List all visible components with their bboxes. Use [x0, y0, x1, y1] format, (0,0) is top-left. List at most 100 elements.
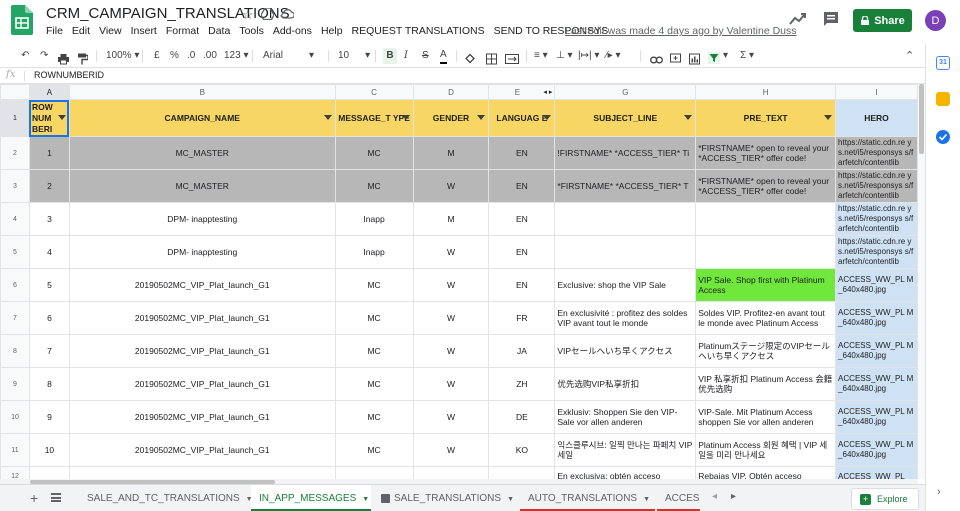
borders-icon[interactable]: [486, 51, 497, 67]
menu-insert[interactable]: Insert: [131, 25, 157, 41]
bold-button[interactable]: B: [383, 48, 397, 64]
cell-gender[interactable]: W: [412, 169, 490, 203]
decrease-decimal[interactable]: .0: [187, 48, 195, 64]
tasks-icon[interactable]: [936, 130, 950, 144]
keep-icon[interactable]: [936, 92, 950, 106]
all-sheets-icon[interactable]: [51, 493, 61, 502]
add-sheet-icon[interactable]: +: [30, 490, 38, 506]
sheet-tab[interactable]: SALE_AND_TC_TRANSLATIONS ▼: [79, 485, 253, 511]
cell-language[interactable]: EN: [488, 202, 556, 236]
filter-icon[interactable]: [708, 50, 720, 66]
cell-subject-line[interactable]: Exclusive: shop the VIP Sale: [554, 268, 697, 302]
scroll-tabs-left-icon[interactable]: ◂: [712, 491, 717, 502]
cell-row-id[interactable]: 10: [28, 433, 70, 467]
cell-row-id[interactable]: 8: [28, 367, 70, 401]
cell-subject-line[interactable]: VIPセールへいち早くアクセス: [554, 334, 697, 368]
cell-message-type[interactable]: Inapp: [334, 235, 414, 269]
activity-dashboard-icon[interactable]: [789, 12, 807, 26]
row-header[interactable]: 9: [0, 367, 30, 401]
filter-dropdown-icon[interactable]: [824, 115, 833, 120]
cell-gender[interactable]: W: [412, 433, 490, 467]
filter-dropdown-icon[interactable]: [57, 115, 66, 120]
sheet-tab[interactable]: SALE_TRANSLATIONS ▼: [373, 485, 518, 511]
zoom-select[interactable]: 100% ▾: [106, 48, 139, 64]
formula-input[interactable]: ROWNUMBERID: [34, 70, 104, 80]
insert-link-icon[interactable]: [650, 52, 663, 68]
cell-gender[interactable]: W: [412, 301, 490, 335]
cell-language[interactable]: JA: [488, 334, 556, 368]
cell-hero[interactable]: ACCESS_WW_PL M_640x480.jpg: [835, 301, 918, 335]
italic-button[interactable]: I: [404, 48, 408, 64]
strikethrough-button[interactable]: S: [422, 48, 429, 64]
fill-color-icon[interactable]: [464, 51, 475, 67]
filter-dropdown-icon[interactable]: [477, 115, 486, 120]
font-select[interactable]: Arial ▾: [263, 48, 314, 64]
menu-edit[interactable]: Edit: [72, 25, 90, 41]
header-cell-hero[interactable]: HERO: [835, 99, 918, 137]
cell-hero[interactable]: ACCESS_WW_PL M_640x480.jpg: [835, 367, 918, 401]
header-cell-message-type[interactable]: MESSAGE_T YPE: [334, 99, 414, 137]
row-header[interactable]: 11: [0, 433, 30, 467]
cell-row-id[interactable]: 9: [28, 400, 70, 434]
text-color-button[interactable]: A: [440, 48, 447, 64]
row-header[interactable]: 10: [0, 400, 30, 434]
cell-row-id[interactable]: 4: [28, 235, 70, 269]
header-cell-pre-text[interactable]: PRE_TEXT: [695, 99, 837, 137]
avatar[interactable]: D: [925, 10, 946, 31]
increase-decimal[interactable]: .00: [203, 48, 217, 64]
collapse-menus-icon[interactable]: ⌃: [905, 48, 914, 64]
column-header-d[interactable]: D: [412, 84, 490, 100]
row-header[interactable]: 4: [0, 202, 30, 236]
cell-subject-line[interactable]: 익스클루시브: 일찍 만나는 파페치 VIP 세일: [554, 433, 697, 467]
cell-hero[interactable]: https://static.cdn.re ys.net/i5/responsy…: [835, 235, 918, 269]
move-to-drive-icon[interactable]: [261, 8, 274, 20]
row-header[interactable]: 8: [0, 334, 30, 368]
cell-language[interactable]: DE: [488, 400, 556, 434]
paint-format-icon[interactable]: [78, 51, 88, 67]
column-header-e[interactable]: E ◂ ▸: [488, 84, 556, 100]
filter-dropdown-icon[interactable]: [684, 115, 693, 120]
insert-chart-icon[interactable]: [689, 51, 700, 67]
row-header[interactable]: 1: [0, 99, 30, 137]
cell-gender[interactable]: W: [412, 268, 490, 302]
cell-language[interactable]: FR: [488, 301, 556, 335]
last-edit-link[interactable]: Last edit was made 4 days ago by Valenti…: [565, 25, 797, 37]
cell-row-id[interactable]: 6: [28, 301, 70, 335]
cell-pre-text[interactable]: Soldes VIP. Profitez-en avant tout le mo…: [695, 301, 837, 335]
column-header-a[interactable]: A: [28, 84, 70, 100]
show-side-panel-icon[interactable]: ›: [937, 486, 941, 498]
cell-pre-text[interactable]: *FIRSTNAME* open to reveal your *ACCESS_…: [695, 136, 837, 170]
cell-campaign-name[interactable]: MC_MASTER: [68, 136, 336, 170]
cell-pre-text[interactable]: VIP 私享折扣 Platinum Access 会籍优先选购: [695, 367, 837, 401]
cell-message-type[interactable]: MC: [334, 367, 414, 401]
vertical-align-icon[interactable]: ⊥ ▾: [556, 48, 573, 64]
column-header-h[interactable]: H: [695, 84, 837, 100]
column-header-g[interactable]: G: [554, 84, 697, 100]
cell-gender[interactable]: M: [412, 136, 490, 170]
menu-help[interactable]: Help: [321, 25, 343, 41]
select-all-corner[interactable]: [0, 84, 30, 100]
cell-language[interactable]: KO: [488, 433, 556, 467]
column-header-i[interactable]: I: [835, 84, 918, 100]
cell-language[interactable]: EN: [488, 136, 556, 170]
cell-campaign-name[interactable]: DPM- inapptesting: [68, 235, 336, 269]
cell-subject-line[interactable]: En exclusivité : profitez des soldes VIP…: [554, 301, 697, 335]
explore-button[interactable]: + Explore: [851, 488, 919, 510]
sheet-tab[interactable]: AUTO_TRANSLATIONS ▼: [520, 485, 655, 511]
cell-subject-line[interactable]: 优先选购VIP私享折扣: [554, 367, 697, 401]
cloud-status-icon[interactable]: [281, 8, 294, 19]
filter-dropdown-icon[interactable]: [323, 115, 332, 120]
star-icon[interactable]: ☆: [242, 7, 254, 23]
row-header[interactable]: 7: [0, 301, 30, 335]
cell-row-id[interactable]: 3: [28, 202, 70, 236]
column-header-b[interactable]: B: [68, 84, 336, 100]
cell-subject-line[interactable]: *FIRSTNAME* *ACCESS_TIER* T: [554, 169, 697, 203]
cell-gender[interactable]: W: [412, 400, 490, 434]
cell-subject-line[interactable]: !FIRSTNAME* *ACCESS_TIER* Ti: [554, 136, 697, 170]
cell-hero[interactable]: https://static.cdn.re ys.net/i5/responsy…: [835, 202, 918, 236]
cell-pre-text[interactable]: VIP-Sale. Mit Platinum Access shoppen Si…: [695, 400, 837, 434]
cell-message-type[interactable]: MC: [334, 301, 414, 335]
cell-pre-text[interactable]: *FIRSTNAME* open to reveal your *ACCESS_…: [695, 169, 837, 203]
cell-campaign-name[interactable]: 20190502MC_VIP_Plat_launch_G1: [68, 268, 336, 302]
vertical-scrollbar[interactable]: [918, 84, 925, 479]
